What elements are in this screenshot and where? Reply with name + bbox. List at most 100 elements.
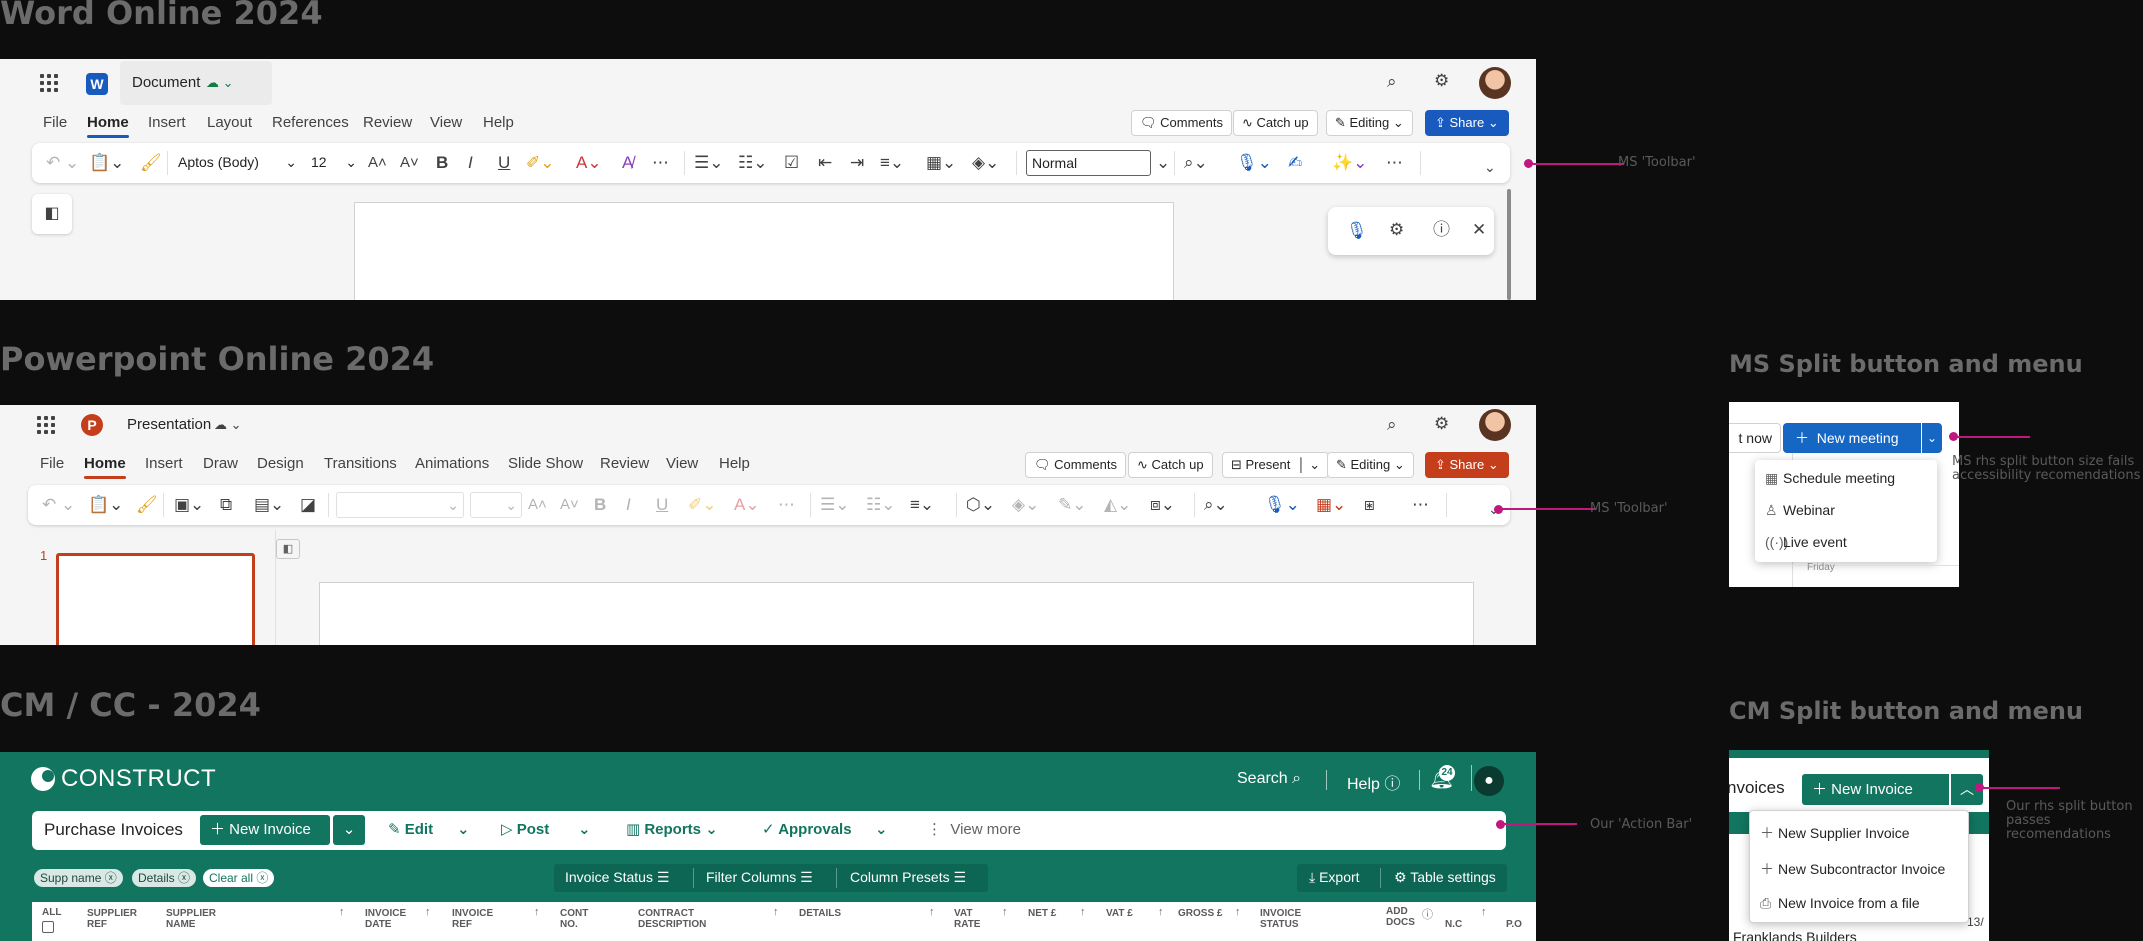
menu-item-new-supplier-invoice[interactable]: ＋ New Supplier Invoice — [1760, 823, 1910, 843]
italic-icon[interactable]: I — [468, 153, 473, 173]
tab-review[interactable]: Review — [600, 455, 649, 472]
tab-review[interactable]: Review — [363, 114, 412, 131]
app-launcher-icon[interactable] — [40, 74, 58, 92]
new-meeting-dropdown[interactable]: ⌄ — [1922, 423, 1942, 453]
numbering-icon[interactable]: ☷⌄ — [738, 153, 767, 173]
column-invoice-ref[interactable]: INVOICE REF — [452, 908, 512, 930]
tab-draw[interactable]: Draw — [203, 455, 238, 472]
highlight-icon[interactable]: ✐⌄ — [526, 153, 555, 173]
font-family-select[interactable]: ⌄ — [336, 492, 464, 518]
share-button[interactable]: ⇪ Share ⌄ — [1425, 110, 1509, 136]
reset-icon[interactable]: ◪ — [300, 495, 316, 515]
more-font-icon[interactable]: ⋯ — [652, 153, 669, 173]
designer-icon[interactable]: ✨⌄ — [1332, 153, 1367, 173]
column-invoice-date[interactable]: INVOICE DATE — [365, 908, 425, 930]
user-avatar[interactable]: ● — [1474, 766, 1504, 796]
column-nc[interactable]: N.C — [1445, 919, 1462, 930]
checklist-icon[interactable]: ☑ — [784, 153, 799, 173]
decrease-indent-icon[interactable]: ⇤ — [818, 153, 832, 173]
shrink-font-icon[interactable]: A˅ — [400, 153, 419, 173]
bold-icon[interactable]: B — [436, 153, 448, 173]
export-button[interactable]: ⤓ Export — [1309, 869, 1360, 886]
format-painter-icon[interactable]: 🖌 — [136, 495, 158, 515]
slide-canvas[interactable] — [319, 582, 1474, 645]
tab-view[interactable]: View — [430, 114, 462, 131]
undo-icon[interactable]: ↶ ⌄ — [46, 153, 79, 173]
catch-up-button[interactable]: ∿ Catch up — [1233, 110, 1318, 136]
new-slide-icon[interactable]: ▣⌄ — [174, 495, 204, 515]
underline-icon[interactable]: U — [656, 495, 668, 515]
menu-item-schedule-meeting[interactable]: ▦ Schedule meeting — [1765, 470, 1895, 487]
approvals-button[interactable]: ✓ Approvals — [762, 820, 852, 838]
shading-icon[interactable]: ◈⌄ — [972, 153, 999, 173]
dictate-icon[interactable]: 🎙⌄ — [1236, 153, 1272, 173]
menu-item-live-event[interactable]: ((·))Live event — [1765, 534, 1847, 550]
scrollbar[interactable] — [1507, 189, 1511, 300]
tab-design[interactable]: Design — [257, 455, 304, 472]
column-invoice-status[interactable]: INVOICE STATUS — [1260, 908, 1320, 930]
gear-icon[interactable]: ⚙ — [1434, 71, 1449, 91]
tab-references[interactable]: References — [272, 114, 349, 131]
search-button[interactable]: Search ⌕ — [1237, 770, 1301, 788]
tab-home[interactable]: Home — [84, 455, 126, 479]
tab-view[interactable]: View — [666, 455, 698, 472]
close-icon[interactable]: ✕ — [1472, 220, 1486, 240]
bullets-icon[interactable]: ☰⌄ — [820, 495, 849, 515]
tab-file[interactable]: File — [40, 455, 64, 472]
italic-icon[interactable]: I — [626, 495, 631, 515]
shrink-font-icon[interactable]: A˅ — [560, 495, 579, 515]
font-family-select[interactable]: Aptos (Body) ⌄ — [173, 150, 301, 176]
comments-button[interactable]: 🗨 Comments — [1131, 110, 1232, 136]
designer-icon[interactable]: ▦⌄ — [1316, 495, 1346, 515]
present-button[interactable]: ⊟ Present │ ⌄ — [1222, 452, 1330, 478]
gear-icon[interactable]: ⚙ — [1434, 414, 1449, 434]
column-cont-no[interactable]: CONT NO. — [560, 908, 594, 930]
filter-columns-button[interactable]: Filter Columns ☰ — [706, 869, 813, 886]
shape-outline-icon[interactable]: ✎⌄ — [1058, 495, 1087, 515]
previous-button[interactable]: t now — [1729, 423, 1781, 453]
more-font-icon[interactable]: ⋯ — [778, 495, 795, 515]
shapes-icon[interactable]: ⬡⌄ — [966, 495, 995, 515]
avatar[interactable] — [1479, 409, 1511, 441]
format-painter-icon[interactable]: 🖌 — [140, 153, 162, 173]
edit-dropdown-icon[interactable]: ⌄ — [457, 820, 470, 838]
increase-indent-icon[interactable]: ⇥ — [850, 153, 864, 173]
share-button[interactable]: ⇪ Share ⌄ — [1425, 452, 1509, 478]
tab-home[interactable]: Home — [87, 114, 129, 138]
column-vat-rate[interactable]: VAT RATE — [954, 908, 988, 930]
help-button[interactable]: Help ⓘ — [1347, 770, 1400, 794]
style-select[interactable]: Normal — [1026, 150, 1151, 176]
more-options-icon[interactable]: ⋯ — [1386, 153, 1403, 173]
select-all-checkbox[interactable] — [42, 921, 54, 933]
microphone-icon[interactable]: 🎙 — [1346, 221, 1368, 241]
tab-help[interactable]: Help — [719, 455, 750, 472]
help-icon[interactable]: ⓘ — [1433, 220, 1450, 240]
search-icon[interactable]: ⌕ — [1387, 72, 1397, 92]
column-contract-description[interactable]: CONTRACT DESCRIPTION — [638, 908, 718, 930]
new-invoice-button[interactable]: ＋ New Invoice — [200, 815, 330, 845]
clear-format-icon[interactable]: A̸ — [622, 153, 633, 173]
word-document-page[interactable] — [354, 202, 1174, 300]
edit-button[interactable]: ✎ Edit — [388, 820, 433, 838]
comments-button[interactable]: 🗨 Comments — [1025, 452, 1126, 478]
clear-all-chip[interactable]: Clear all ⓧ — [203, 869, 275, 887]
find-icon[interactable]: ⌕⌄ — [1204, 495, 1228, 515]
approvals-dropdown-icon[interactable]: ⌄ — [875, 820, 888, 838]
reuse-slides-icon[interactable]: ⧉ — [220, 495, 232, 515]
align-icon[interactable]: ≡⌄ — [880, 153, 904, 173]
editing-mode-button[interactable]: ✎ Editing ⌄ — [1326, 110, 1413, 136]
numbering-icon[interactable]: ☷⌄ — [866, 495, 895, 515]
font-color-icon[interactable]: A⌄ — [576, 153, 602, 173]
font-color-icon[interactable]: A⌄ — [734, 495, 760, 515]
column-vat[interactable]: VAT £ — [1106, 908, 1133, 919]
column-gross[interactable]: GROSS £ — [1178, 908, 1222, 919]
bullets-icon[interactable]: ☰⌄ — [694, 153, 723, 173]
borders-icon[interactable]: ▦⌄ — [926, 153, 956, 173]
table-settings-button[interactable]: ⚙ Table settings — [1394, 869, 1496, 886]
post-button[interactable]: ▷ Post — [501, 820, 549, 838]
ribbon-collapse-icon[interactable]: ⌄ — [1484, 157, 1496, 177]
collapse-pane-icon[interactable]: ◧ — [276, 539, 300, 559]
highlight-icon[interactable]: ✐⌄ — [688, 495, 717, 515]
invoice-status-filter[interactable]: Invoice Status ☰ — [565, 869, 669, 886]
search-icon[interactable]: ⌕ — [1387, 415, 1397, 435]
